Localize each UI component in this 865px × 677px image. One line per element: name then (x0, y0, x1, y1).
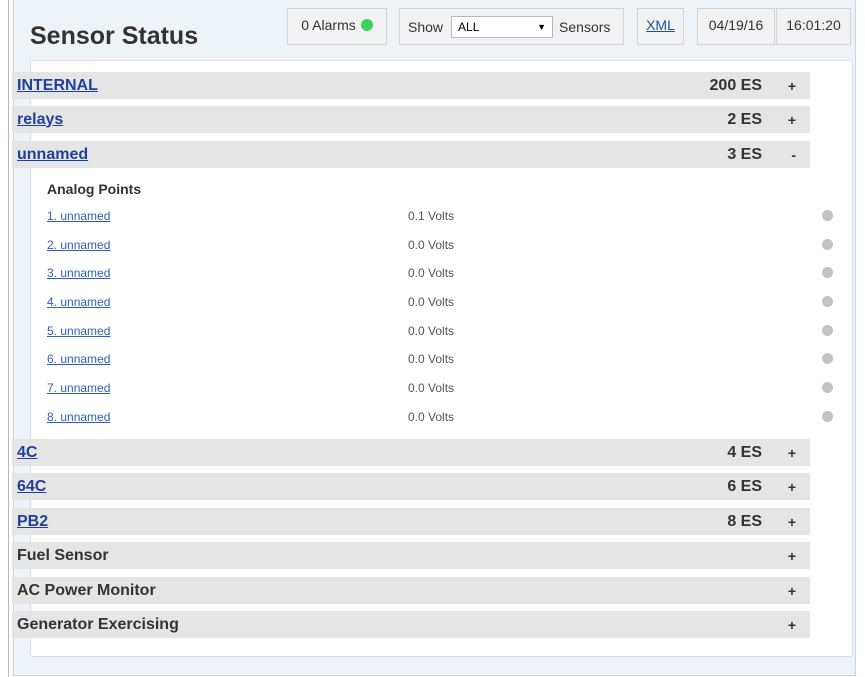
group-count: 3 ES (727, 145, 762, 163)
expand-icon[interactable]: + (788, 445, 796, 461)
group-row-fuel-sensor[interactable]: Fuel Sensor + (12, 542, 810, 569)
alarms-indicator[interactable]: 0 Alarms (287, 8, 387, 45)
expand-icon[interactable]: + (788, 583, 796, 599)
group-row-relays[interactable]: relays 2 ES + (12, 106, 810, 133)
analog-point-link[interactable]: 6. unnamed (47, 352, 110, 366)
group-row-internal[interactable]: INTERNAL 200 ES + (12, 72, 810, 99)
expand-icon[interactable]: + (788, 548, 796, 564)
sensors-label: Sensors (559, 18, 611, 35)
analog-point-value: 0.0 Volts (408, 295, 455, 309)
analog-point-link[interactable]: 4. unnamed (47, 295, 110, 309)
alarm-status-icon (360, 19, 373, 31)
group-row-generator-exercising[interactable]: Generator Exercising + (12, 611, 810, 638)
analog-points-heading: Analog Points (47, 181, 142, 197)
status-dot-icon (822, 296, 833, 307)
analog-point-link[interactable]: 8. unnamed (47, 410, 110, 424)
analog-point-value: 0.0 Volts (408, 352, 455, 366)
status-dot-icon (822, 210, 833, 221)
analog-point-value: 0.0 Volts (408, 324, 455, 338)
analog-point-value: 0.0 Volts (408, 266, 455, 280)
group-name-link[interactable]: relays (17, 111, 63, 129)
group-name: Fuel Sensor (17, 546, 109, 564)
status-dot-icon (822, 267, 833, 278)
group-count: 6 ES (727, 477, 762, 495)
page-title: Sensor Status (30, 22, 199, 50)
group-count: 2 ES (727, 110, 762, 128)
xml-link[interactable]: XML (646, 17, 675, 33)
analog-point-value: 0.0 Volts (408, 410, 455, 424)
expand-icon[interactable]: + (788, 112, 796, 128)
group-name-link[interactable]: INTERNAL (17, 77, 98, 95)
analog-point-link[interactable]: 7. unnamed (47, 381, 110, 395)
group-name: Generator Exercising (17, 615, 179, 633)
group-count: 8 ES (727, 512, 762, 530)
dropdown-caret-icon: ▼ (537, 21, 547, 32)
time-value: 16:01:20 (786, 17, 841, 33)
group-name: AC Power Monitor (17, 581, 156, 599)
group-row-unnamed[interactable]: unnamed 3 ES - (12, 141, 810, 168)
xml-box: XML (637, 8, 684, 45)
group-name-link[interactable]: unnamed (17, 146, 88, 164)
status-dot-icon (822, 353, 833, 364)
status-dot-icon (822, 239, 833, 250)
group-row-4c[interactable]: 4C 4 ES + (12, 439, 810, 466)
analog-point-link[interactable]: 3. unnamed (47, 266, 110, 280)
analog-point-link[interactable]: 5. unnamed (47, 324, 110, 338)
status-dot-icon (822, 382, 833, 393)
analog-point-value: 0.0 Volts (408, 381, 455, 395)
analog-point-link[interactable]: 1. unnamed (47, 209, 110, 223)
group-name-link[interactable]: 4C (17, 444, 37, 462)
group-row-64c[interactable]: 64C 6 ES + (12, 473, 810, 500)
status-dot-icon (822, 325, 833, 336)
group-row-pb2[interactable]: PB2 8 ES + (12, 508, 810, 535)
status-dot-icon (822, 411, 833, 422)
show-label: Show (408, 18, 444, 35)
sensor-filter-select[interactable]: ALL ▼ (451, 15, 554, 38)
collapse-icon[interactable]: - (791, 147, 796, 163)
expand-icon[interactable]: + (788, 78, 796, 94)
time-display: 16:01:20 (776, 8, 851, 45)
analog-point-value: 0.1 Volts (408, 209, 455, 223)
group-name-link[interactable]: PB2 (17, 513, 48, 531)
date-value: 04/19/16 (708, 17, 764, 33)
group-count: 200 ES (709, 76, 762, 94)
expand-icon[interactable]: + (788, 479, 796, 495)
expand-icon[interactable]: + (788, 514, 796, 530)
alarms-label: 0 Alarms (301, 17, 356, 33)
analog-point-link[interactable]: 2. unnamed (47, 238, 110, 252)
group-name-link[interactable]: 64C (17, 478, 46, 496)
analog-point-value: 0.0 Volts (408, 238, 455, 252)
group-row-ac-power-monitor[interactable]: AC Power Monitor + (12, 577, 810, 604)
expand-icon[interactable]: + (788, 617, 796, 633)
group-count: 4 ES (727, 443, 762, 461)
date-display: 04/19/16 (697, 8, 775, 45)
sensor-filter: Show ALL ▼ Sensors (399, 8, 624, 45)
sensor-filter-value: ALL (458, 19, 480, 34)
